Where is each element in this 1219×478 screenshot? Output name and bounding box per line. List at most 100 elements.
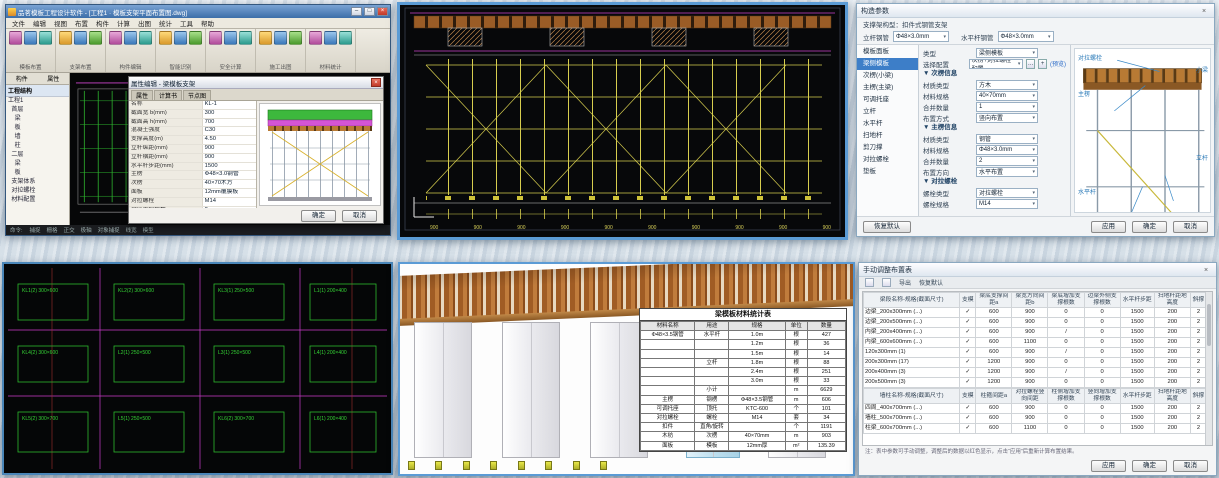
ledger-step[interactable]: 1500 — [1120, 368, 1154, 378]
ledger-step[interactable]: 1500 — [1120, 308, 1154, 318]
menu-item[interactable]: 编辑 — [33, 18, 46, 28]
tree-item[interactable]: 梁 — [6, 115, 69, 124]
browse-config-button[interactable]: … — [1026, 59, 1035, 69]
dialog-title-bar[interactable]: 构造参数 × — [857, 4, 1214, 18]
menu-item[interactable]: 统计 — [159, 18, 172, 28]
property-value[interactable]: 4.50 — [203, 136, 256, 144]
sweep-height[interactable]: 200 — [1154, 378, 1190, 388]
tree-item[interactable]: 首层 — [6, 106, 69, 115]
extra-supports[interactable]: 0 — [1048, 338, 1084, 348]
support-checkbox[interactable]: ✓ — [960, 358, 976, 368]
property-row[interactable]: 面板 12mm覆膜板 — [129, 189, 256, 198]
bolt-spacing[interactable]: 900 — [1012, 404, 1048, 414]
sweep-height[interactable]: 200 — [1154, 308, 1190, 318]
minimize-button[interactable]: – — [351, 7, 362, 16]
extra-supports[interactable]: 0 — [1048, 414, 1084, 424]
tool-icon[interactable] — [209, 31, 222, 45]
sweep-height[interactable]: 200 — [1154, 338, 1190, 348]
reset-default-button[interactable]: 恢复默认 — [863, 221, 911, 233]
extra-supports[interactable]: 0 — [1048, 404, 1084, 414]
sweep-height[interactable]: 200 — [1154, 404, 1190, 414]
tool-icon[interactable] — [109, 31, 122, 45]
menu-item[interactable]: 计算 — [117, 18, 130, 28]
status-toggle[interactable]: 模型 — [143, 228, 154, 234]
spacing-b[interactable]: 900 — [1012, 348, 1048, 358]
status-toggle[interactable]: 栅格 — [47, 228, 58, 234]
tree-item[interactable]: 对拉螺栓 — [6, 187, 69, 196]
property-value[interactable]: M14 — [203, 198, 256, 206]
dialog-tab[interactable]: 属性 — [131, 90, 153, 100]
side-supports[interactable]: 0 — [1084, 358, 1120, 368]
close-button[interactable]: × — [377, 7, 388, 16]
beam-row[interactable]: 200x300mm (17) ✓ 1200 900 0 0 1500 200 2 — [864, 358, 1207, 368]
tree-item[interactable]: 墙 — [6, 133, 69, 142]
dialog-title-bar[interactable]: 属性编辑 - 梁模板支架 × — [129, 77, 383, 89]
tool-icon[interactable] — [274, 31, 287, 45]
beam-row[interactable]: 200x500mm (3) ✓ 1200 900 0 0 1500 200 2 — [864, 378, 1207, 388]
field-select[interactable]: 1 — [976, 102, 1038, 112]
apply-button[interactable]: 应用 — [1091, 221, 1126, 233]
support-checkbox[interactable]: ✓ — [960, 338, 976, 348]
nav-item[interactable]: 垫板 — [857, 166, 918, 178]
status-toggle[interactable]: 捕捉 — [30, 228, 41, 234]
tool-icon[interactable] — [259, 31, 272, 45]
extra-supports[interactable]: 0 — [1048, 308, 1084, 318]
pole-pipe-select[interactable]: Φ48×3.0mm — [893, 31, 949, 42]
scrollbar-thumb[interactable] — [1207, 304, 1211, 346]
nav-item[interactable]: 次楞(小梁) — [857, 70, 918, 82]
spacing-a[interactable]: 600 — [976, 404, 1012, 414]
wall-row[interactable]: 柱梁_600x700mm (...) ✓ 600 1100 0 0 1500 2… — [864, 424, 1207, 434]
side-supports[interactable]: 0 — [1084, 378, 1120, 388]
nav-item[interactable]: 扫地杆 — [857, 130, 918, 142]
menu-item[interactable]: 出图 — [138, 18, 151, 28]
property-value[interactable]: 900 — [203, 145, 256, 153]
support-checkbox[interactable]: ✓ — [960, 414, 976, 424]
tool-icon[interactable] — [324, 31, 337, 45]
nav-item[interactable]: 立杆 — [857, 106, 918, 118]
property-row[interactable]: 混凝土强度 C30 — [129, 127, 256, 136]
tree-item[interactable]: 材料配置 — [6, 196, 69, 205]
dialog-tab[interactable]: 节点图 — [183, 90, 211, 100]
bolt-spacing[interactable]: 1100 — [1012, 424, 1048, 434]
tree-item[interactable]: 板 — [6, 124, 69, 133]
support-checkbox[interactable]: ✓ — [960, 368, 976, 378]
close-icon[interactable]: × — [1198, 6, 1210, 16]
field-select[interactable]: 方木 — [976, 80, 1038, 90]
property-value[interactable]: 1500 — [203, 163, 256, 171]
nav-item[interactable]: 主楞(主梁) — [857, 82, 918, 94]
property-value[interactable]: C30 — [203, 127, 256, 135]
property-value[interactable]: Φ48×3.0钢管 — [203, 171, 256, 179]
toolbar-item[interactable]: 导出 — [899, 281, 911, 287]
close-icon[interactable]: × — [1200, 265, 1212, 275]
add-config-button[interactable]: + — [1038, 59, 1047, 69]
maximize-button[interactable]: □ — [364, 7, 375, 16]
menu-item[interactable]: 文件 — [12, 18, 25, 28]
ledger-step[interactable]: 1500 — [1120, 404, 1154, 414]
tool-icon[interactable] — [59, 31, 72, 45]
tree-item[interactable]: 梁 — [6, 160, 69, 169]
property-row[interactable]: 主楞 Φ48×3.0钢管 — [129, 171, 256, 180]
tool-icon[interactable] — [124, 31, 137, 45]
ok-button[interactable]: 确定 — [301, 210, 336, 222]
tree-item[interactable]: 板 — [6, 169, 69, 178]
support-checkbox[interactable]: ✓ — [960, 308, 976, 318]
extra-supports[interactable]: / — [1048, 328, 1084, 338]
side-supports[interactable]: 0 — [1084, 318, 1120, 328]
property-row[interactable]: 立杆纵距(mm) 900 — [129, 145, 256, 154]
beam-row[interactable]: 120x300mm (1) ✓ 600 900 / 0 1500 200 2 — [864, 348, 1207, 358]
drawing-canvas[interactable]: 属性编辑 - 梁模板支架 × 属性计算书节点图 名称 KL-1 — [70, 73, 390, 225]
spacing-b[interactable]: 900 — [1012, 318, 1048, 328]
group-title-secondary-joist[interactable]: ▼ 次楞信息 — [923, 69, 1066, 79]
spacing-b[interactable]: 900 — [1012, 328, 1048, 338]
property-row[interactable]: 截面高 h(mm) 700 — [129, 119, 256, 128]
beam-row[interactable]: 边梁_200x500mm (...) ✓ 600 900 0 0 1500 20… — [864, 318, 1207, 328]
left-panel-tab[interactable]: 构件 — [6, 73, 38, 84]
menu-item[interactable]: 帮助 — [201, 18, 214, 28]
spacing-a[interactable]: 1200 — [976, 358, 1012, 368]
property-value[interactable]: 700 — [203, 119, 256, 127]
sweep-height[interactable]: 200 — [1154, 318, 1190, 328]
tree-item[interactable]: 柱 — [6, 142, 69, 151]
spacing-b[interactable]: 900 — [1012, 308, 1048, 318]
spacing-b[interactable]: 900 — [1012, 378, 1048, 388]
tool-icon[interactable] — [189, 31, 202, 45]
